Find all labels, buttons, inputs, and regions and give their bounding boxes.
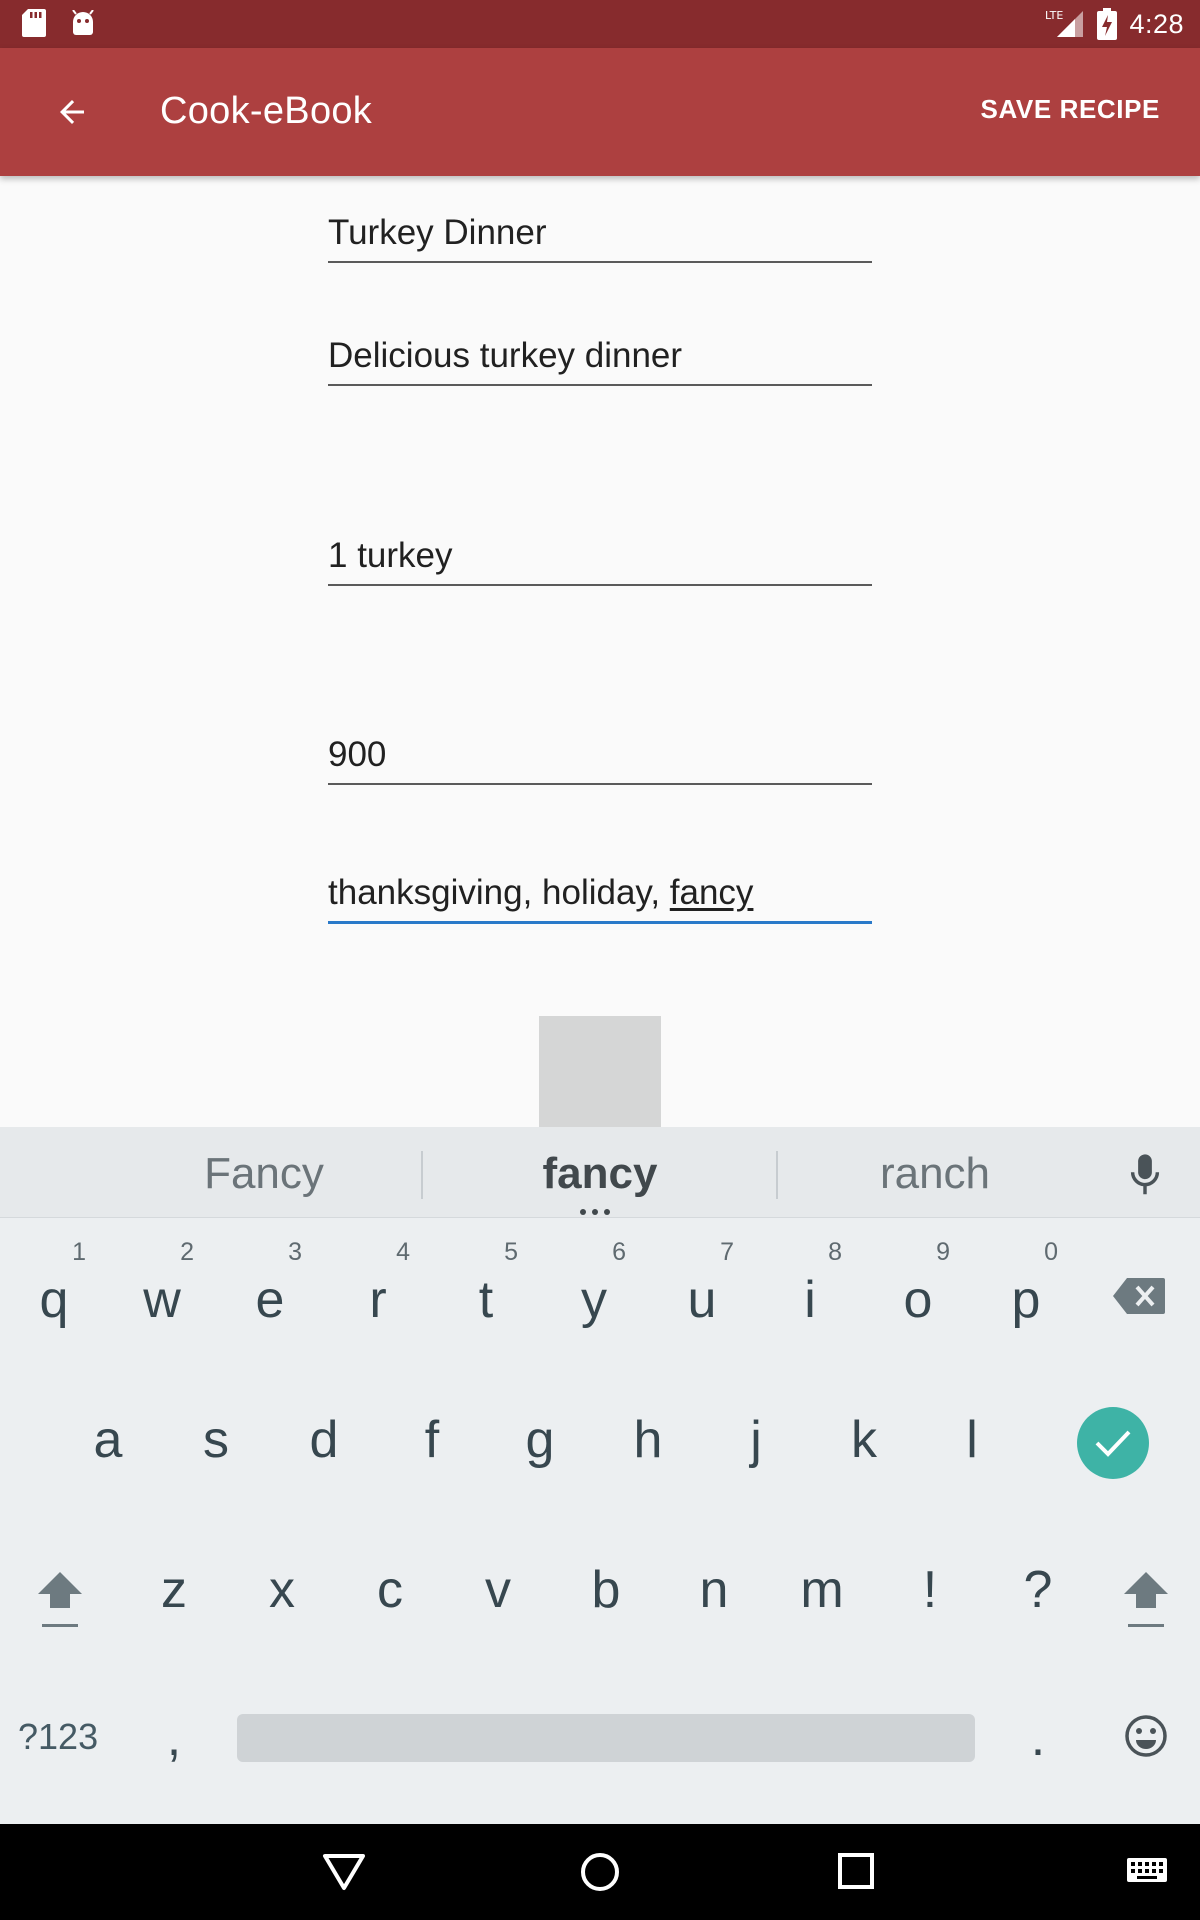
key-question[interactable]: ? [984,1534,1092,1654]
tags-text: thanksgiving, holiday, [328,873,670,912]
backspace-icon [1113,1278,1165,1314]
emoji-key[interactable] [1092,1682,1200,1802]
suggestion-left[interactable]: Fancy [168,1149,360,1199]
key-g[interactable]: g [486,1384,594,1504]
key-comma[interactable]: , [120,1682,228,1802]
microphone-icon[interactable] [1128,1153,1162,1197]
key-p[interactable]: 0p [972,1238,1080,1364]
key-c[interactable]: c [336,1534,444,1654]
symbols-key[interactable]: ?123 [18,1716,98,1758]
description-field[interactable]: Delicious turkey dinner [328,336,872,386]
home-circle-icon[interactable] [579,1851,621,1893]
key-r[interactable]: 4r [324,1238,432,1364]
navigation-bar [0,1824,1200,1920]
key-i[interactable]: 8i [756,1238,864,1364]
key-w[interactable]: 2w [108,1238,216,1364]
recipe-image-placeholder[interactable] [539,1016,661,1129]
key-s[interactable]: s [162,1384,270,1504]
key-z[interactable]: z [120,1534,228,1654]
key-h[interactable]: h [594,1384,702,1504]
key-x[interactable]: x [228,1534,336,1654]
key-e[interactable]: 3e [216,1238,324,1364]
signal-icon: LTE [1045,9,1084,37]
keyboard-icon[interactable] [1127,1858,1167,1886]
key-l[interactable]: l [918,1384,1026,1504]
clock: 4:28 [1129,8,1184,39]
recipe-name-value: Turkey Dinner [328,213,547,252]
emoji-icon [1125,1715,1167,1757]
back-button[interactable] [40,80,104,144]
key-d[interactable]: d [270,1384,378,1504]
shift-key-right[interactable] [1092,1534,1200,1654]
key-exclamation[interactable]: ! [876,1534,984,1654]
key-k[interactable]: k [810,1384,918,1504]
checkmark-icon [1095,1430,1131,1457]
calories-value: 900 [328,735,387,774]
key-f[interactable]: f [378,1384,486,1504]
shift-key-left[interactable] [6,1534,114,1654]
key-u[interactable]: 7u [648,1238,756,1364]
key-t[interactable]: 5t [432,1238,540,1364]
description-value: Delicious turkey dinner [328,336,683,375]
back-triangle-icon[interactable] [322,1852,366,1892]
ingredients-field[interactable]: 1 turkey [328,536,872,586]
android-icon [72,10,94,35]
suggestion-divider [776,1151,778,1199]
shift-icon [1124,1572,1168,1627]
enter-key[interactable] [1077,1407,1149,1479]
arrow-back-icon [60,100,84,124]
save-recipe-button[interactable]: SAVE RECIPE [981,94,1161,125]
app-title: Cook-eBook [160,90,373,132]
tags-field[interactable]: thanksgiving, holiday, fancy [328,873,872,924]
shift-icon [38,1572,82,1627]
key-period[interactable]: . [984,1682,1092,1802]
backspace-key[interactable] [1086,1244,1194,1364]
more-suggestions-icon[interactable] [580,1209,610,1215]
svg-text:LTE: LTE [1045,9,1063,22]
suggestion-center[interactable]: fancy [500,1149,700,1199]
key-n[interactable]: n [660,1534,768,1654]
key-m[interactable]: m [768,1534,876,1654]
calories-field[interactable]: 900 [328,735,872,785]
recents-square-icon[interactable] [838,1853,874,1889]
battery-charging-icon [1097,8,1118,40]
app-bar: Cook-eBook SAVE RECIPE [0,48,1200,176]
key-y[interactable]: 6y [540,1238,648,1364]
tags-value: thanksgiving, holiday, fancy [328,873,872,921]
recipe-name-field[interactable]: Turkey Dinner [328,213,872,263]
key-j[interactable]: j [702,1384,810,1504]
sd-card-icon [22,9,46,37]
suggestion-right[interactable]: ranch [840,1149,1030,1199]
ingredients-value: 1 turkey [328,536,453,575]
key-q[interactable]: 1q [0,1238,108,1364]
key-o[interactable]: 9o [864,1238,972,1364]
key-b[interactable]: b [552,1534,660,1654]
tags-composing-word: fancy [669,873,754,912]
status-bar: LTE 4:28 [0,0,1200,48]
space-bar[interactable] [237,1714,975,1762]
suggestion-divider [421,1151,423,1199]
key-a[interactable]: a [54,1384,162,1504]
suggestion-strip: Fancy fancy ranch [0,1127,1200,1218]
key-v[interactable]: v [444,1534,552,1654]
